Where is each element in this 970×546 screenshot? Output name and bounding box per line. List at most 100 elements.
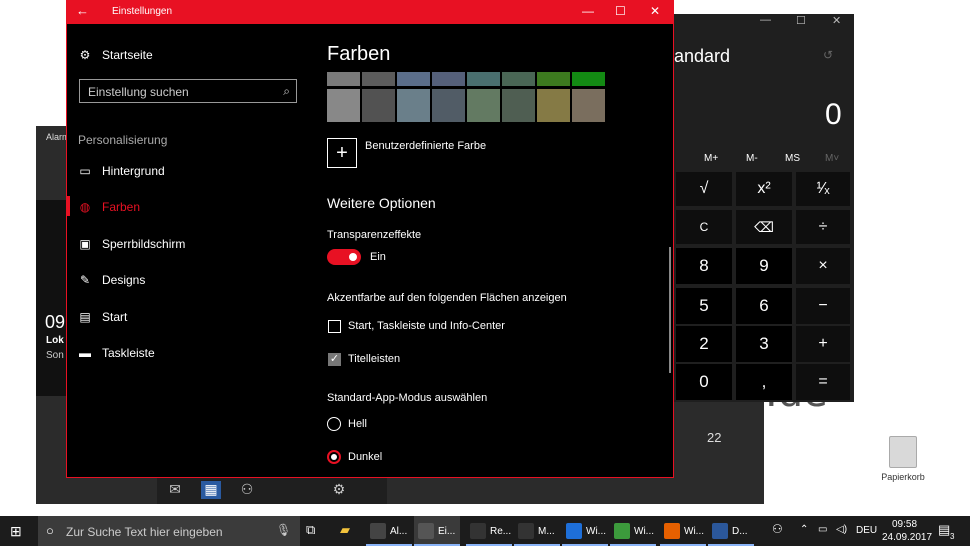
microphone-icon[interactable]: 🎙 — [276, 523, 291, 537]
memory-list-button[interactable]: M˅ — [825, 153, 839, 164]
accent-titlebars-checkbox[interactable]: ✓ — [328, 353, 341, 366]
recycle-bin[interactable]: Papierkorb — [878, 436, 928, 482]
clock-date[interactable]: 24.09.2017 — [882, 532, 932, 543]
start-icon: ▤ — [79, 310, 91, 324]
volume-icon[interactable]: ◁) — [836, 524, 847, 535]
color-swatch[interactable] — [502, 72, 535, 86]
taskbar-app-button[interactable]: M... — [514, 516, 560, 546]
key-5[interactable]: 5 — [676, 288, 732, 324]
nav-item-farben[interactable]: ◍ Farben — [78, 200, 140, 214]
taskbar-icon: ▬ — [79, 346, 91, 360]
key-8[interactable]: 8 — [676, 248, 732, 284]
sqrt-key[interactable]: √ — [676, 172, 732, 206]
people-icon[interactable]: ⚇ — [772, 522, 783, 536]
add-custom-color-button[interactable]: + — [327, 138, 357, 168]
nav-item-hintergrund[interactable]: ▭ Hintergrund — [78, 164, 164, 178]
windows-start-icon[interactable]: ⊞ — [10, 523, 22, 540]
gear-icon: ⚙ — [79, 48, 91, 62]
mode-dark-label[interactable]: Dunkel — [348, 451, 382, 463]
key-2[interactable]: 2 — [676, 326, 732, 362]
mode-light-label[interactable]: Hell — [348, 418, 367, 430]
divide-key[interactable]: ÷ — [796, 210, 850, 244]
decimal-key[interactable]: , — [736, 364, 792, 400]
lockscreen-icon: ▣ — [79, 237, 91, 251]
calc-maximize-button[interactable]: ☐ — [796, 14, 806, 27]
mail-icon[interactable]: ✉ — [165, 481, 185, 499]
color-swatch[interactable] — [467, 72, 500, 86]
settings-titlebar[interactable]: ← Einstellungen — ☐ ✕ — [66, 0, 674, 24]
people-icon[interactable]: ⚇ — [237, 481, 257, 499]
history-icon[interactable]: ↺ — [823, 48, 833, 62]
equals-key[interactable]: = — [796, 364, 850, 400]
gear-icon[interactable]: ⚙ — [329, 481, 349, 499]
settings-maximize-button[interactable]: ☐ — [615, 4, 626, 18]
taskbar-app-button[interactable]: D... — [708, 516, 754, 546]
color-swatch[interactable] — [362, 72, 395, 86]
nav-item-start[interactable]: ▤ Start — [78, 310, 127, 324]
backspace-key[interactable]: ⌫ — [736, 210, 792, 244]
memory-add-button[interactable]: M+ — [704, 153, 718, 164]
mode-light-radio[interactable] — [327, 417, 341, 431]
clear-key[interactable]: C — [676, 210, 732, 244]
key-3[interactable]: 3 — [736, 326, 792, 362]
color-swatch[interactable] — [572, 72, 605, 86]
color-swatch[interactable] — [327, 72, 360, 86]
color-swatch[interactable] — [467, 89, 500, 122]
accent-titlebars-label[interactable]: Titelleisten — [348, 353, 400, 365]
back-arrow-icon[interactable]: ← — [76, 3, 89, 18]
key-0[interactable]: 0 — [676, 364, 732, 400]
reciprocal-key[interactable]: ¹⁄ₓ — [796, 172, 850, 206]
task-view-icon[interactable]: ⧉ — [306, 522, 315, 538]
notification-center-icon[interactable]: ▤ — [938, 522, 950, 538]
add-key[interactable]: + — [796, 326, 850, 362]
color-swatch[interactable] — [537, 72, 570, 86]
taskbar-app-button[interactable]: Wi... — [660, 516, 706, 546]
color-swatch[interactable] — [572, 89, 605, 122]
calc-minimize-button[interactable]: — — [760, 14, 771, 26]
transparency-toggle[interactable] — [327, 249, 361, 265]
clock-time[interactable]: 09:58 — [892, 519, 917, 530]
nav-home[interactable]: ⚙ Startseite — [78, 48, 153, 62]
memory-subtract-button[interactable]: M- — [746, 153, 758, 164]
color-swatch[interactable] — [502, 89, 535, 122]
nav-item-label: Start — [102, 310, 128, 324]
calc-close-button[interactable]: ✕ — [832, 14, 841, 27]
multiply-key[interactable]: × — [796, 248, 850, 284]
network-icon[interactable]: ▭ — [818, 524, 827, 535]
settings-close-button[interactable]: ✕ — [650, 4, 660, 18]
accent-start-label[interactable]: Start, Taskleiste und Info-Center — [348, 320, 505, 332]
taskbar-search-input[interactable]: ○ Zur Suche Text hier eingeben 🎙 — [38, 516, 300, 546]
search-icon: ⌕ — [283, 84, 290, 98]
color-swatch[interactable] — [327, 89, 360, 122]
subtract-key[interactable]: − — [796, 288, 850, 324]
content-scrollbar[interactable] — [669, 247, 671, 373]
color-swatch[interactable] — [537, 89, 570, 122]
mode-dark-radio[interactable] — [327, 450, 341, 464]
memory-store-button[interactable]: MS — [785, 153, 800, 164]
alarm-bottom-bar: ✉ ▦ ⚇ ⚙ — [157, 478, 387, 504]
language-indicator[interactable]: DEU — [856, 525, 877, 536]
taskbar-app-button[interactable]: Ei... — [414, 516, 460, 546]
taskbar-app-button[interactable]: Wi... — [610, 516, 656, 546]
show-hidden-icons-icon[interactable]: ⌃ — [800, 524, 808, 535]
nav-item-taskleiste[interactable]: ▬ Taskleiste — [78, 346, 155, 360]
settings-minimize-button[interactable]: — — [582, 4, 594, 18]
nav-item-designs[interactable]: ✎ Designs — [78, 273, 145, 287]
color-swatch[interactable] — [362, 89, 395, 122]
taskbar-app-button[interactable]: Wi... — [562, 516, 608, 546]
square-key[interactable]: x² — [736, 172, 792, 206]
taskbar-app-button[interactable]: Al... — [366, 516, 412, 546]
key-9[interactable]: 9 — [736, 248, 792, 284]
file-explorer-icon[interactable]: ▰ — [340, 522, 350, 538]
nav-item-sperrbildschirm[interactable]: ▣ Sperrbildschirm — [78, 237, 185, 251]
accent-start-checkbox[interactable] — [328, 320, 341, 333]
color-swatch[interactable] — [432, 89, 465, 122]
color-swatch[interactable] — [397, 72, 430, 86]
custom-color-label[interactable]: Benutzerdefinierte Farbe — [365, 140, 486, 152]
color-swatch[interactable] — [397, 89, 430, 122]
settings-search-input[interactable]: Einstellung suchen ⌕ — [79, 79, 297, 103]
color-swatch[interactable] — [432, 72, 465, 86]
taskbar-app-button[interactable]: Re... — [466, 516, 512, 546]
calendar-icon[interactable]: ▦ — [201, 481, 221, 499]
key-6[interactable]: 6 — [736, 288, 792, 324]
